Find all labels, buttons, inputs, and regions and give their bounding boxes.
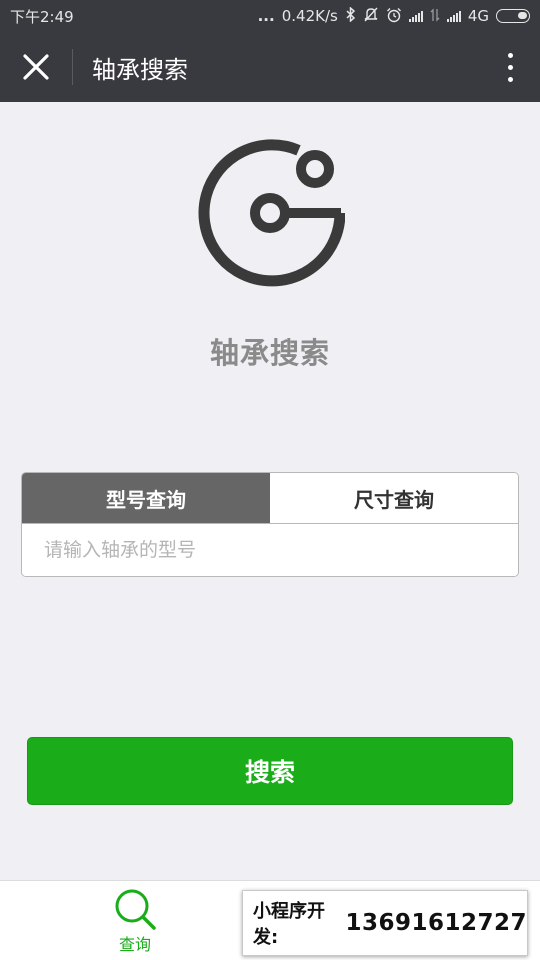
more-vertical-icon <box>507 52 513 58</box>
tab-model-query[interactable]: 型号查询 <box>22 473 270 523</box>
bluetooth-icon <box>345 6 356 25</box>
promo-label: 小程序开发: <box>253 901 325 948</box>
signal-icon <box>446 10 461 22</box>
promo-banner: 小程序开发: 13691612727 <box>242 890 528 956</box>
close-icon <box>23 54 49 80</box>
status-bar: 下午2:49 ... 0.42K/s 4G <box>0 0 540 32</box>
status-time: 下午2:49 <box>10 7 74 26</box>
search-icon <box>115 889 156 930</box>
battery-icon <box>496 9 530 23</box>
alarm-icon <box>386 7 402 26</box>
model-search-input[interactable] <box>22 524 518 576</box>
search-button[interactable]: 搜索 <box>27 737 513 805</box>
status-indicators: ... 0.42K/s 4G <box>257 6 530 26</box>
tab-size-query[interactable]: 尺寸查询 <box>270 473 518 523</box>
app-name: 轴承搜索 <box>209 336 330 370</box>
search-card: 型号查询 尺寸查询 <box>21 472 519 577</box>
close-button[interactable] <box>0 32 72 102</box>
search-mode-tabs: 型号查询 尺寸查询 <box>22 473 518 524</box>
app-logo-icon <box>195 138 346 288</box>
signal-icon <box>408 10 423 22</box>
network-type: 4G <box>467 7 489 25</box>
nav-bar: 轴承搜索 <box>0 32 540 102</box>
promo-phone: 13691612727 <box>345 910 527 936</box>
network-speed: 0.42K/s <box>281 7 338 25</box>
more-button[interactable] <box>480 32 540 102</box>
mute-icon <box>363 7 379 25</box>
status-dots: ... <box>257 7 275 25</box>
tabbar-label-query: 查询 <box>118 935 151 954</box>
nav-divider <box>72 49 73 85</box>
tabbar-item-query[interactable]: 查询 <box>0 881 270 960</box>
page-title: 轴承搜索 <box>92 55 188 84</box>
data-arrows-icon <box>430 7 440 25</box>
